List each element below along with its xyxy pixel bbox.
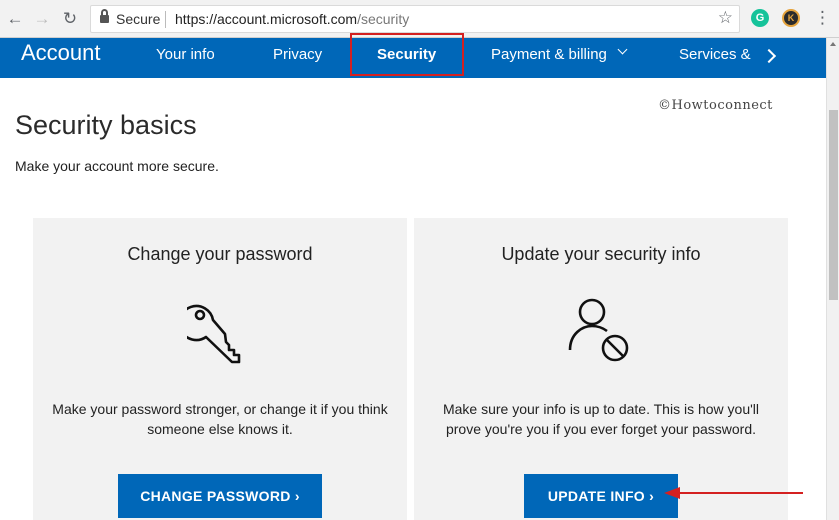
user-blocked-icon [568, 298, 629, 362]
nav-item-your-info[interactable]: Your info [156, 46, 215, 63]
card-description: Make sure your info is up to date. This … [442, 401, 759, 437]
nav-item-payment-billing[interactable]: Payment & billing [491, 46, 607, 63]
nav-item-privacy[interactable]: Privacy [273, 46, 322, 63]
card-title: Update your security info [501, 244, 701, 264]
key-icon [187, 304, 241, 364]
forward-arrow-icon[interactable]: → [32, 8, 52, 30]
scrollbar-thumb[interactable] [829, 110, 838, 300]
update-security-info-card: Update your security info Make sure your… [414, 218, 788, 520]
star-icon[interactable]: ☆ [718, 8, 733, 28]
url-text[interactable]: https://account.microsoft.com/security [175, 11, 409, 27]
menu-dots-icon[interactable]: ⋮ [814, 8, 831, 28]
annotation-arrow [664, 487, 803, 499]
grammarly-extension-icon[interactable]: G [751, 9, 769, 27]
k-extension-icon[interactable]: K [782, 9, 800, 27]
url-host: https://account.microsoft.com [175, 11, 358, 27]
card-title: Change your password [127, 244, 313, 264]
security-highlight-box [350, 33, 464, 76]
update-info-button[interactable]: UPDATE INFO › [524, 474, 678, 518]
card-description: Make your password stronger, or change i… [52, 401, 388, 437]
lock-icon[interactable] [100, 9, 109, 23]
brand-account[interactable]: Account [21, 40, 101, 66]
chevron-right-icon[interactable] [761, 48, 777, 64]
account-nav-bar: Account Your info Privacy Security Payme… [0, 33, 826, 78]
change-password-card: Change your password Make your password … [33, 218, 407, 520]
address-bar[interactable]: Secure https://account.microsoft.com/sec… [90, 5, 740, 33]
watermark: ©Howtoconnect [658, 98, 773, 113]
url-path: /security [357, 11, 410, 27]
back-arrow-icon[interactable]: ← [5, 8, 25, 30]
nav-item-services[interactable]: Services & [679, 46, 751, 63]
page-title: Security basics [15, 110, 197, 140]
scroll-up-icon[interactable] [830, 42, 836, 46]
change-password-button[interactable]: CHANGE PASSWORD › [118, 474, 322, 518]
security-label[interactable]: Secure [116, 11, 160, 27]
page-scrollbar[interactable] [826, 38, 839, 520]
page-subtitle: Make your account more secure. [15, 158, 219, 174]
url-divider [165, 11, 166, 28]
chevron-down-icon[interactable] [617, 44, 628, 55]
reload-icon[interactable]: ↻ [60, 8, 80, 30]
